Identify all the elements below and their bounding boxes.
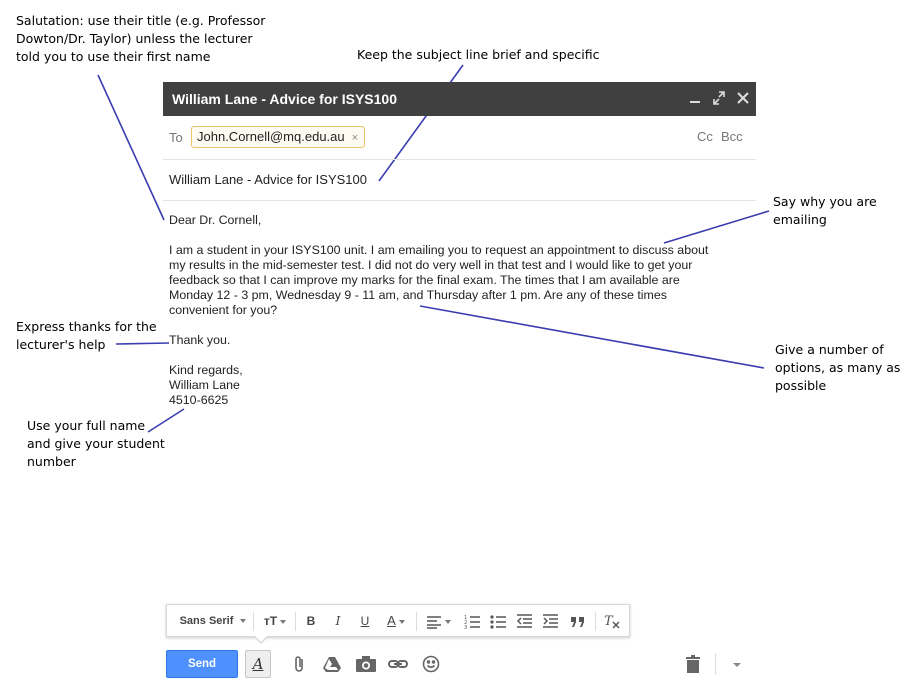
emoji-icon[interactable] (421, 654, 443, 674)
svg-text:T: T (604, 614, 614, 629)
annotation-line: Express thanks for the (16, 319, 157, 334)
annotation-fullname: Use your full name and give your student… (27, 417, 165, 471)
insert-link-icon[interactable] (387, 654, 409, 674)
annotation-options: Give a number of options, as many as pos… (775, 341, 900, 395)
cc-link[interactable]: Cc (697, 129, 713, 144)
drive-icon[interactable] (322, 654, 344, 674)
options-leader-line (419, 305, 765, 369)
align-icon[interactable] (423, 612, 453, 630)
compose-title-bar[interactable]: William Lane - Advice for ISYS100 (163, 82, 756, 116)
to-label[interactable]: To (169, 130, 183, 145)
annotation-line: Say why you are (773, 194, 877, 209)
remove-recipient-icon[interactable]: × (352, 132, 358, 144)
annotation-line: Dowton/Dr. Taylor) unless the lecturer (16, 31, 253, 46)
annotation-thanks: Express thanks for the lecturer's help (16, 318, 157, 354)
annotation-line: number (27, 454, 76, 469)
font-size-glyph: тT (263, 614, 278, 628)
annotation-why: Say why you are emailing (773, 193, 877, 229)
minimize-icon[interactable] (688, 90, 702, 106)
toolbar-divider (715, 653, 716, 675)
salutation-leader-line (97, 74, 165, 221)
annotation-line: options, as many as (775, 360, 901, 375)
body-paragraph-line: convenient for you? (169, 303, 278, 317)
bulleted-list-icon[interactable] (489, 612, 507, 630)
annotation-line: possible (775, 378, 827, 393)
text-color-glyph: A (387, 613, 396, 628)
font-family-select[interactable]: Sans Serif (176, 612, 250, 630)
expand-icon[interactable] (712, 90, 726, 106)
body-paragraph-line: feedback so that I can improve my marks … (169, 273, 680, 287)
formatting-toolbar: Sans Serif тT B I U A 123 T (166, 604, 630, 644)
indent-more-icon[interactable] (541, 612, 559, 630)
thanks-line: Thank you. (169, 333, 231, 347)
annotation-line: Salutation: use their title (e.g. Profes… (16, 13, 266, 28)
annotation-line: Give a number of (775, 342, 884, 357)
body-paragraph-line: my results in the mid-semester test. I d… (169, 258, 693, 272)
discard-draft-icon[interactable] (683, 654, 705, 674)
to-row: To John.Cornell@mq.edu.au × Cc Bcc (163, 116, 756, 160)
why-leader-line (663, 210, 770, 244)
more-options-icon[interactable] (729, 654, 745, 674)
underline-icon[interactable]: U (357, 612, 373, 630)
close-icon[interactable] (736, 90, 750, 106)
font-size-icon[interactable]: тT (260, 612, 290, 630)
recipient-email: John.Cornell@mq.edu.au (197, 129, 345, 144)
formatting-toggle-glyph: A (252, 655, 264, 673)
compose-window-title: William Lane - Advice for ISYS100 (172, 91, 397, 107)
text-color-icon[interactable]: A (383, 612, 409, 630)
bcc-link[interactable]: Bcc (721, 129, 743, 144)
signoff-line: Kind regards, (169, 363, 243, 377)
toolbar-pointer (253, 635, 269, 644)
font-family-label: Sans Serif (179, 615, 234, 627)
annotation-salutation: Salutation: use their title (e.g. Profes… (16, 12, 265, 66)
annotation-line: emailing (773, 212, 827, 227)
annotation-line: lecturer's help (16, 337, 106, 352)
attach-icon[interactable] (290, 654, 312, 674)
bold-icon[interactable]: B (303, 612, 319, 630)
annotation-line: and give your student (27, 436, 165, 451)
italic-icon[interactable]: I (330, 612, 346, 630)
annotation-line: Use your full name (27, 418, 146, 433)
subject-text: William Lane - Advice for ISYS100 (169, 172, 367, 187)
body-paragraph-line: I am a student in your ISYS100 unit. I a… (169, 243, 709, 257)
recipient-chip[interactable]: John.Cornell@mq.edu.au × (191, 126, 366, 148)
greeting: Dear Dr. Cornell, (169, 213, 262, 227)
annotation-subject: Keep the subject line brief and specific (357, 47, 600, 62)
svg-text:3: 3 (464, 625, 467, 629)
indent-less-icon[interactable] (515, 612, 533, 630)
student-number: 4510-6625 (169, 393, 229, 407)
annotation-line: told you to use their first name (16, 49, 211, 64)
quote-icon[interactable] (569, 612, 587, 630)
insert-photo-icon[interactable] (355, 654, 377, 674)
numbered-list-icon[interactable]: 123 (463, 612, 481, 631)
signature-name: William Lane (169, 378, 240, 392)
formatting-options-icon[interactable]: A (245, 650, 271, 678)
body-paragraph-line: Monday 12 - 3 pm, Wednesday 9 - 11 am, a… (169, 288, 667, 302)
send-button[interactable]: Send (166, 650, 238, 678)
subject-field[interactable]: William Lane - Advice for ISYS100 (163, 159, 756, 201)
remove-formatting-icon[interactable]: T (602, 612, 622, 630)
